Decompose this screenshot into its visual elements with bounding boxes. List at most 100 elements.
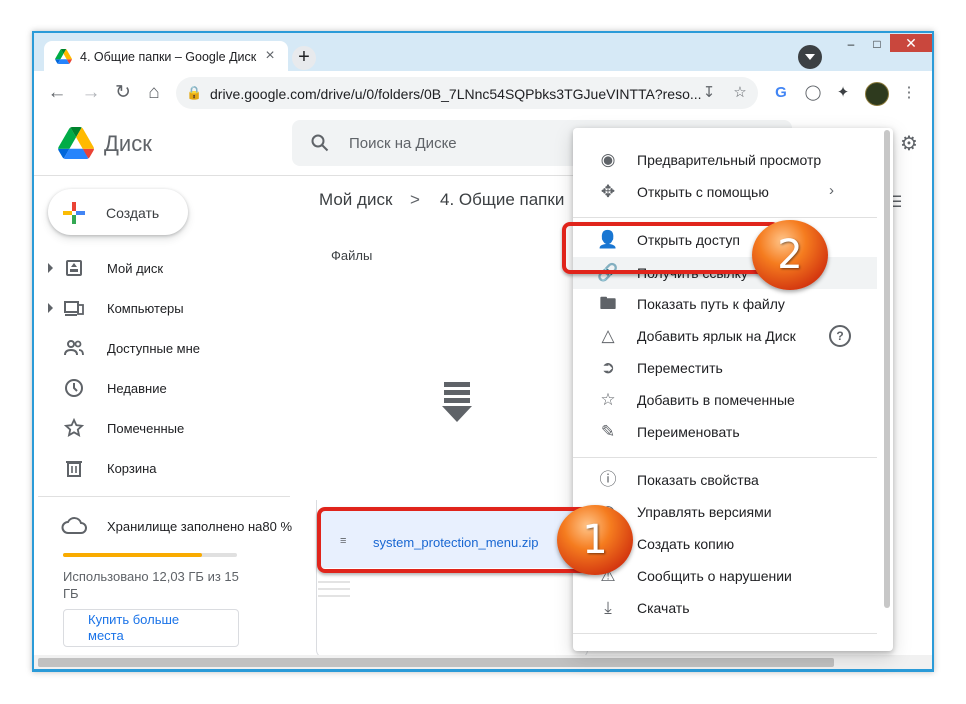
menu-separator [573,457,877,458]
menu-item-add-starred[interactable]: ☆ Добавить в помеченные [573,384,877,416]
menu-item-label: Переименовать [637,424,740,440]
menu-item-move[interactable]: ➲ Переместить [573,352,877,384]
horizontal-scrollbar-thumb[interactable] [38,658,834,667]
forward-icon[interactable]: → [80,82,102,104]
app-name: Диск [104,131,152,156]
install-app-icon[interactable]: ↧ [698,82,720,104]
download-icon: ⤓ [604,598,612,617]
move-icon: ➲ [600,358,616,377]
menu-item-label: Предварительный просмотр [637,152,822,168]
sidebar-item-label: Компьютеры [107,301,184,316]
menu-item-add-shortcut[interactable]: △ Добавить ярлык на Диск ? [573,320,877,352]
sidebar-item-my-drive[interactable]: Мой диск [40,252,290,284]
add-shortcut-icon: △ [601,326,615,345]
context-menu-scrollbar[interactable] [884,130,890,608]
step-badge-1: 1 [557,505,633,575]
browser-tab[interactable]: 4. Общие папки – Google Диск × [44,41,288,73]
minimize-icon[interactable]: – [838,36,864,52]
menu-item-preview[interactable]: ◉ Предварительный просмотр [573,144,877,176]
menu-item-label: Скачать [637,600,690,616]
sidebar-item-computers[interactable]: Компьютеры [40,292,290,324]
settings-gear-icon[interactable]: ⚙ [900,131,918,156]
url-text[interactable]: drive.google.com/drive/u/0/folders/0B_7L… [210,86,702,102]
folder-icon: 🖿 [599,294,617,313]
menu-item-label: Сообщить о нарушении [637,568,792,584]
menu-item-label: Добавить в помеченные [637,392,795,408]
menu-item-label: Показать свойства [637,472,759,488]
search-icon[interactable] [311,134,329,152]
files-heading: Файлы [331,248,373,263]
back-icon[interactable]: ← [46,82,68,104]
home-icon[interactable]: ⌂ [143,82,165,104]
blurred-detail-line [318,581,350,583]
window-close-icon[interactable]: ✕ [890,34,932,52]
pencil-icon: ✎ [600,422,616,441]
step-badge-2: 2 [752,220,828,290]
highlight-file [317,507,593,573]
menu-item-label: Создать копию [637,536,735,552]
new-tab-button[interactable]: + [292,46,316,70]
browser-menu-icon[interactable]: ⋮ [898,82,920,104]
breadcrumb-root[interactable]: Мой диск [319,190,392,210]
sidebar-item-recent[interactable]: Недавние [40,372,290,404]
submenu-arrow-icon: › [829,182,834,199]
menu-separator [573,633,877,634]
recent-icon [65,379,83,397]
storage-progress-bar [63,553,237,557]
reload-icon[interactable]: ↻ [112,82,134,104]
menu-item-label: Переместить [637,360,723,376]
pocket-extension-icon[interactable]: ◯ [802,82,824,104]
storage-label[interactable]: Хранилище заполнено на80 % [107,519,292,534]
menu-item-label: Управлять версиями [637,504,772,520]
sidebar-item-label: Помеченные [107,421,185,436]
google-drive-logo-icon [58,127,94,159]
sidebar-divider [38,496,290,497]
sidebar-item-starred[interactable]: Помеченные [40,412,290,444]
bookmark-star-icon[interactable]: ☆ [729,82,751,104]
star-outline-icon: ☆ [600,390,616,409]
maximize-icon[interactable]: □ [864,36,890,52]
tab-close-icon[interactable]: × [261,47,279,65]
open-with-icon: ✥ [600,182,616,201]
menu-item-label: Добавить ярлык на Диск [637,328,796,344]
file-thumbnail[interactable] [316,286,586,500]
sidebar-item-trash[interactable]: Корзина [40,452,290,484]
plus-multicolor-icon [63,202,85,224]
help-icon[interactable]: ? [829,325,851,347]
menu-item-details[interactable]: ⓘ Показать свойства [573,464,877,496]
shared-with-me-icon [64,340,84,356]
blurred-detail-line [318,588,350,590]
sidebar-item-label: Доступные мне [107,341,201,356]
step-number: 1 [582,517,608,563]
translate-extension-icon[interactable]: G [770,82,792,104]
menu-item-show-location[interactable]: 🖿 Показать путь к файлу [573,288,877,320]
search-placeholder: Поиск на Диске [349,135,457,152]
cloud-icon [61,517,87,534]
menu-item-open-with[interactable]: ✥ Открыть с помощью › [573,176,877,208]
menu-separator [573,217,877,218]
expand-arrow-icon[interactable] [48,263,53,273]
breadcrumb-separator: > [410,190,420,209]
sidebar-item-label: Мой диск [107,261,164,276]
step-number: 2 [777,232,803,278]
blurred-detail-line [318,595,350,597]
eye-icon: ◉ [600,150,616,169]
tab-search-button[interactable] [798,45,822,69]
buy-storage-button[interactable]: Купить больше места [63,609,239,647]
breadcrumb-current[interactable]: 4. Общие папки [440,190,564,210]
extensions-puzzle-icon[interactable]: ✦ [832,82,854,104]
menu-item-label: Показать путь к файлу [637,296,785,312]
menu-item-download[interactable]: ⤓ Скачать [573,592,877,624]
storage-progress-fill [63,553,203,557]
expand-arrow-icon[interactable] [48,303,53,313]
storage-used-text: Использовано 12,03 ГБ из 15 ГБ [63,569,239,601]
create-label: Создать [106,205,160,221]
lock-icon[interactable]: 🔒 [186,85,202,101]
zip-archive-icon [442,382,472,422]
my-drive-icon [66,260,82,276]
info-icon: ⓘ [599,470,617,489]
profile-avatar[interactable] [865,82,889,106]
menu-item-rename[interactable]: ✎ Переименовать [573,416,877,448]
sidebar-item-shared[interactable]: Доступные мне [40,332,290,364]
google-drive-favicon-icon [55,49,72,64]
